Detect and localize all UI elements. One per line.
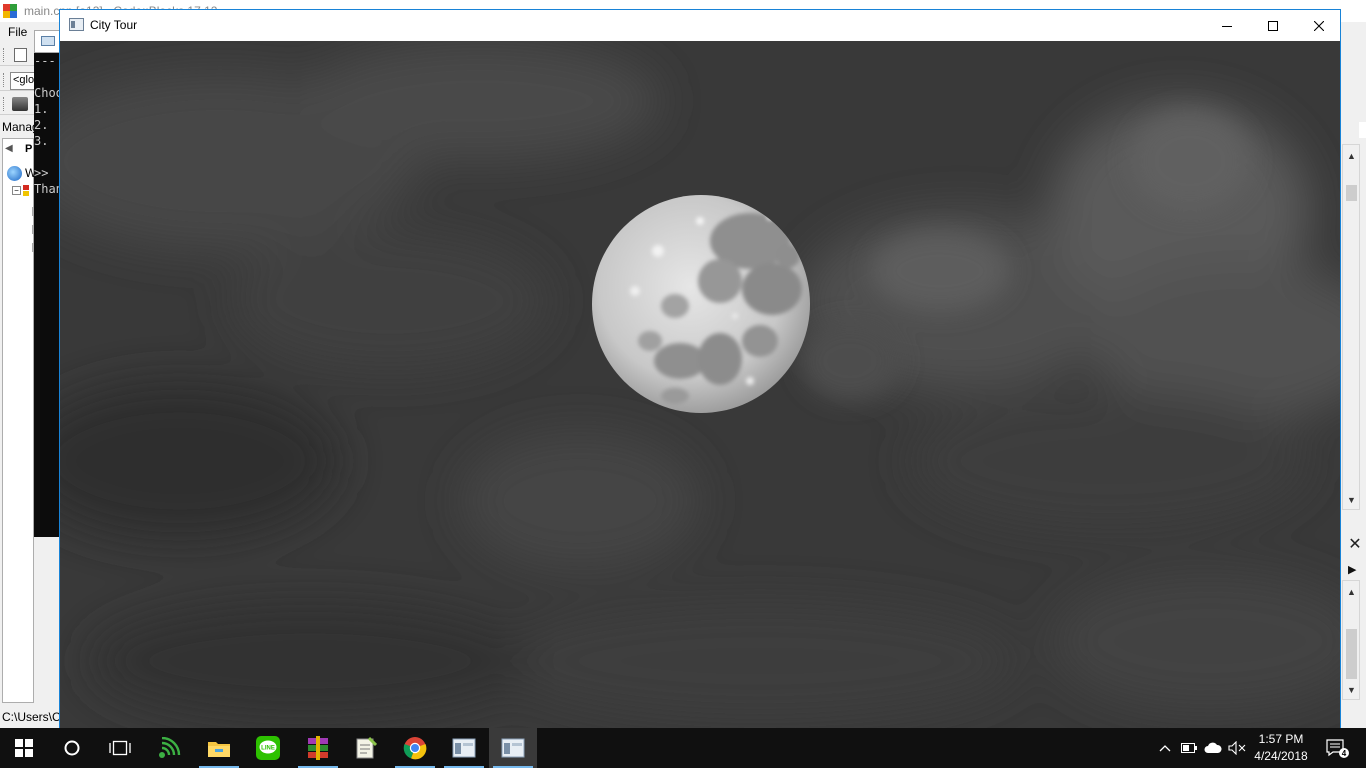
stack-icon[interactable]: [12, 97, 28, 111]
maximize-icon: [1268, 20, 1278, 31]
taskbar-file-explorer[interactable]: [195, 728, 243, 768]
task-view-button[interactable]: [96, 728, 144, 768]
scroll-up-icon[interactable]: ▲: [1347, 587, 1356, 597]
scroll-thumb[interactable]: [1346, 185, 1357, 201]
clock-time: 1:57 PM: [1258, 732, 1304, 746]
codeblocks-icon: [3, 4, 18, 19]
taskbar-line[interactable]: LINE: [244, 728, 292, 768]
new-file-icon[interactable]: [14, 48, 27, 62]
menu-file[interactable]: File: [8, 25, 27, 39]
console-window-titlebar: [34, 30, 60, 53]
volume-muted-icon: [1228, 741, 1246, 755]
console-icon: [41, 36, 55, 46]
start-button[interactable]: [0, 728, 48, 768]
scroll-down-icon[interactable]: ▼: [1347, 685, 1356, 695]
window-icon: [501, 738, 525, 758]
tab-projects[interactable]: P: [25, 143, 32, 155]
project-icon: [23, 185, 33, 196]
logs-scrollbar[interactable]: ▲ ▼: [1342, 580, 1360, 700]
toolbar-main: [0, 44, 34, 66]
scroll-down-icon[interactable]: ▼: [1347, 495, 1356, 505]
taskbar-network-app[interactable]: [146, 728, 194, 768]
cloud-icon: [1204, 742, 1222, 753]
management-panel-title: Management: [2, 120, 34, 134]
close-button[interactable]: [1296, 10, 1342, 41]
battery-button[interactable]: [1178, 728, 1200, 768]
scroll-up-icon[interactable]: ▲: [1347, 151, 1356, 161]
chrome-icon: [403, 737, 427, 760]
taskbar: LINE 1:57 PM 4/24/2018 4: [0, 728, 1366, 768]
notification-icon: 4: [1326, 739, 1349, 758]
close-icon: [1314, 20, 1324, 31]
scroll-thumb[interactable]: [1346, 629, 1357, 679]
scope-combo[interactable]: <global>: [10, 72, 36, 90]
city-tour-titlebar[interactable]: City Tour: [60, 10, 1340, 41]
taskbar-winrar[interactable]: [294, 728, 342, 768]
toolbar-debug: [0, 93, 34, 115]
minimize-button[interactable]: [1204, 10, 1250, 41]
taskbar-chrome[interactable]: [391, 728, 439, 768]
status-bar-path: C:\Users\C: [2, 710, 60, 724]
logs-close-icon[interactable]: ✕: [1346, 537, 1364, 555]
logs-tab-scroll-right-icon[interactable]: ▶: [1348, 563, 1356, 576]
archive-icon: [308, 736, 328, 760]
notepad-icon: [356, 736, 377, 759]
maximize-button[interactable]: [1250, 10, 1296, 41]
editor-scrollbar[interactable]: ▲ ▼: [1342, 144, 1360, 510]
minimize-icon: [1222, 25, 1232, 27]
tab-scroll-left-icon[interactable]: ◀: [5, 143, 13, 154]
onedrive-button[interactable]: [1201, 728, 1225, 768]
chevron-up-icon: [1159, 745, 1171, 752]
console-output: --- Choo 1. 2. 3. >> Than: [34, 53, 60, 537]
toolbar-code-completion: <global>: [0, 69, 36, 91]
task-view-icon: [109, 740, 131, 756]
notification-count: 4: [1342, 749, 1347, 758]
tree-collapse-icon[interactable]: −: [12, 186, 21, 195]
scene-canvas[interactable]: [60, 41, 1340, 729]
window-title: City Tour: [90, 18, 138, 32]
signal-icon: [159, 737, 181, 758]
workspace-icon: [7, 166, 22, 181]
volume-button[interactable]: [1226, 728, 1248, 768]
show-hidden-icons-button[interactable]: [1154, 728, 1176, 768]
clock-date: 4/24/2018: [1254, 749, 1308, 763]
folder-icon: [208, 742, 230, 757]
taskbar-city-tour-window[interactable]: [489, 728, 537, 768]
window-icon: [452, 738, 476, 758]
line-chat-icon: LINE: [256, 736, 280, 760]
management-panel: ◀ P Workspace −: [2, 138, 35, 703]
action-center-button[interactable]: 4: [1320, 728, 1354, 768]
search-circle-icon: [64, 740, 80, 756]
taskbar-console-window[interactable]: [440, 728, 488, 768]
moon: [592, 195, 810, 413]
battery-icon: [1181, 743, 1197, 753]
window-app-icon: [69, 18, 84, 31]
taskbar-notepad-plus[interactable]: [342, 728, 390, 768]
cortana-button[interactable]: [48, 728, 96, 768]
windows-logo-icon: [15, 739, 33, 757]
city-tour-window: City Tour: [59, 9, 1341, 729]
night-sky-scene: [60, 41, 1340, 729]
clock[interactable]: 1:57 PM 4/24/2018: [1250, 731, 1312, 765]
svg-text:LINE: LINE: [261, 746, 275, 752]
